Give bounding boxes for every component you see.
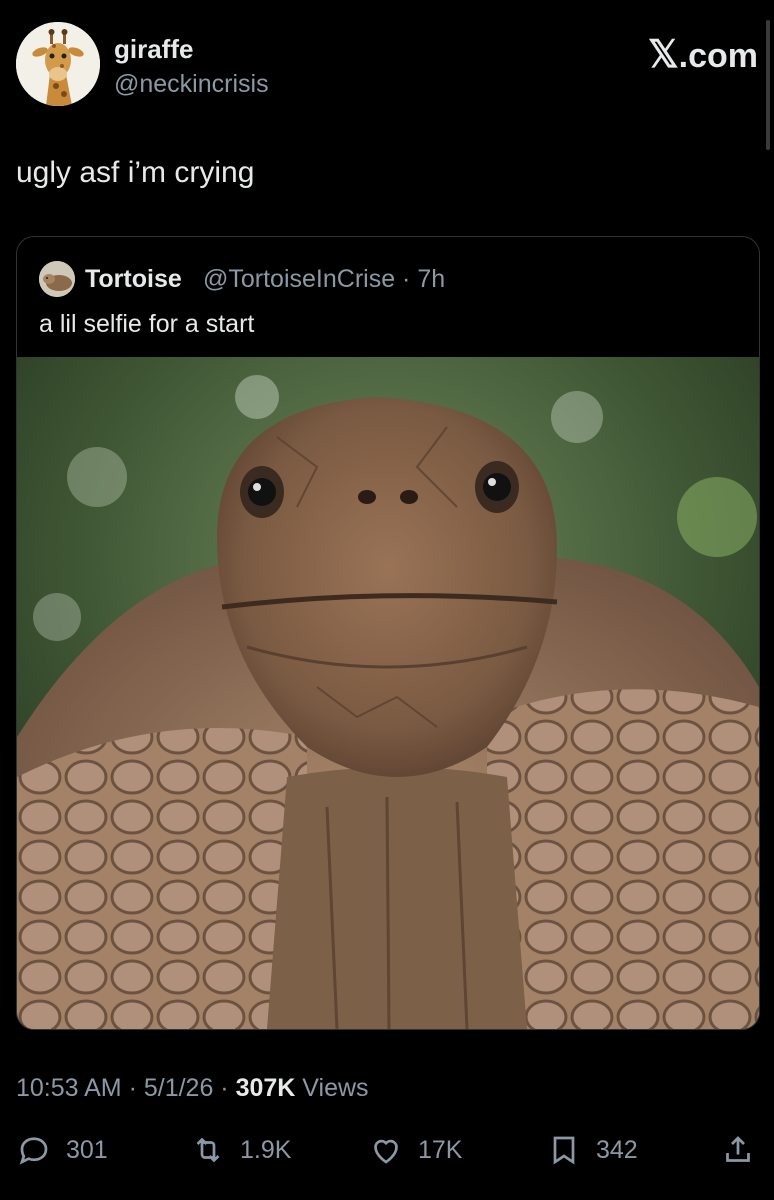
heart-icon — [374, 1139, 398, 1164]
bookmark-button[interactable]: 342 — [546, 1126, 638, 1174]
tortoise-selfie-photo[interactable] — [17, 357, 759, 1029]
x-brand-watermark: 𝕏.com — [648, 32, 758, 77]
x-logo-icon: 𝕏 — [648, 34, 679, 76]
quoted-author-meta[interactable]: @TortoiseInCrise · 7h — [203, 265, 445, 294]
quoted-tweet-card[interactable]: Tortoise @TortoiseInCrise · 7h a lil sel… — [16, 236, 760, 1030]
share-button[interactable] — [720, 1126, 770, 1174]
reply-count: 301 — [66, 1135, 108, 1164]
views-count: 307K — [235, 1074, 296, 1102]
action-bar: 301 1.9K 17K 342 — [16, 1126, 758, 1176]
author-name[interactable]: giraffe — [114, 34, 193, 65]
scrollbar[interactable] — [766, 20, 770, 150]
views-label: Views — [295, 1074, 369, 1102]
like-count: 17K — [418, 1135, 463, 1164]
tortoise-avatar-icon — [39, 261, 75, 297]
reply-button[interactable]: 301 — [16, 1126, 108, 1174]
author-avatar[interactable] — [16, 22, 100, 106]
repost-icon — [196, 1137, 220, 1163]
time-date: 10:53 AM · 5/1/26 · — [16, 1074, 236, 1102]
tweet-text: ugly asf i’m crying — [16, 156, 255, 189]
giraffe-avatar-icon — [16, 22, 100, 106]
tweet-header: giraffe @neckincrisis 𝕏.com — [16, 22, 758, 112]
repost-count: 1.9K — [240, 1135, 292, 1164]
author-handle[interactable]: @neckincrisis — [114, 70, 269, 99]
quoted-author-avatar[interactable] — [39, 261, 75, 297]
quoted-author-name[interactable]: Tortoise — [85, 265, 182, 294]
like-button[interactable]: 17K — [368, 1126, 462, 1174]
bookmark-icon — [553, 1136, 575, 1165]
brand-label: .com — [678, 37, 758, 75]
tweet-timestamp[interactable]: 10:53 AM · 5/1/26 · 307K Views — [16, 1074, 369, 1103]
share-icon — [726, 1136, 750, 1162]
repost-button[interactable]: 1.9K — [190, 1126, 291, 1174]
bookmark-count: 342 — [596, 1135, 638, 1164]
reply-icon — [19, 1137, 48, 1165]
quoted-tweet-text: a lil selfie for a start — [39, 310, 255, 338]
